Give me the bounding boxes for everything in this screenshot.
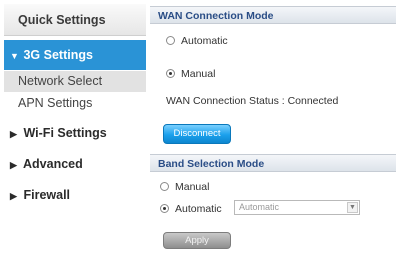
main-panel: WAN Connection Mode Automatic Manual WAN…	[150, 4, 401, 253]
sidebar-item-label: APN Settings	[18, 96, 93, 110]
radio-button-icon[interactable]	[166, 69, 175, 78]
wan-connection-status: WAN Connection Status : Connected	[166, 95, 339, 107]
sidebar-item-label: Quick Settings	[18, 13, 106, 27]
band-automatic-option[interactable]: Automatic	[160, 202, 222, 216]
sidebar-item-network-select[interactable]: Network Select	[4, 71, 146, 92]
disconnect-button[interactable]: Disconnect	[163, 124, 231, 144]
wan-section-header: WAN Connection Mode	[150, 6, 396, 24]
sidebar-item-firewall[interactable]: ▶ Firewall	[4, 180, 146, 210]
band-manual-label: Manual	[175, 181, 210, 193]
band-mode-select[interactable]: Automatic ▼	[234, 200, 360, 215]
triangle-right-icon: ▶	[10, 160, 17, 170]
chevron-down-icon[interactable]: ▼	[347, 202, 358, 213]
sidebar-item-label: Network Select	[18, 74, 103, 88]
apply-button[interactable]: Apply	[163, 232, 231, 249]
band-mode-select-value: Automatic	[239, 202, 280, 212]
triangle-down-icon: ▼	[10, 51, 19, 61]
wan-automatic-option[interactable]: Automatic	[166, 34, 228, 48]
sidebar-item-wifi-settings[interactable]: ▶ Wi-Fi Settings	[4, 118, 146, 148]
sidebar-item-label: 3G Settings	[23, 48, 93, 62]
band-manual-option[interactable]: Manual	[160, 180, 209, 194]
sidebar-item-apn-settings[interactable]: APN Settings	[4, 93, 146, 114]
sidebar: Quick Settings ▼ 3G Settings Network Sel…	[4, 4, 146, 253]
triangle-right-icon: ▶	[10, 191, 17, 201]
sidebar-item-advanced[interactable]: ▶ Advanced	[4, 149, 146, 179]
wan-manual-option[interactable]: Manual	[166, 67, 215, 81]
radio-button-icon[interactable]	[160, 182, 169, 191]
radio-button-icon[interactable]	[166, 36, 175, 45]
sidebar-item-3g-settings[interactable]: ▼ 3G Settings	[4, 40, 146, 70]
sidebar-item-label: Wi-Fi Settings	[23, 126, 107, 140]
band-automatic-label: Automatic	[175, 203, 222, 215]
sidebar-item-quick-settings[interactable]: Quick Settings	[4, 4, 146, 36]
radio-button-icon[interactable]	[160, 204, 169, 213]
wan-manual-label: Manual	[181, 68, 216, 80]
band-section-header: Band Selection Mode	[150, 154, 396, 172]
sidebar-item-label: Advanced	[23, 157, 83, 171]
wan-automatic-label: Automatic	[181, 35, 228, 47]
triangle-right-icon: ▶	[10, 129, 17, 139]
sidebar-item-label: Firewall	[23, 188, 71, 202]
